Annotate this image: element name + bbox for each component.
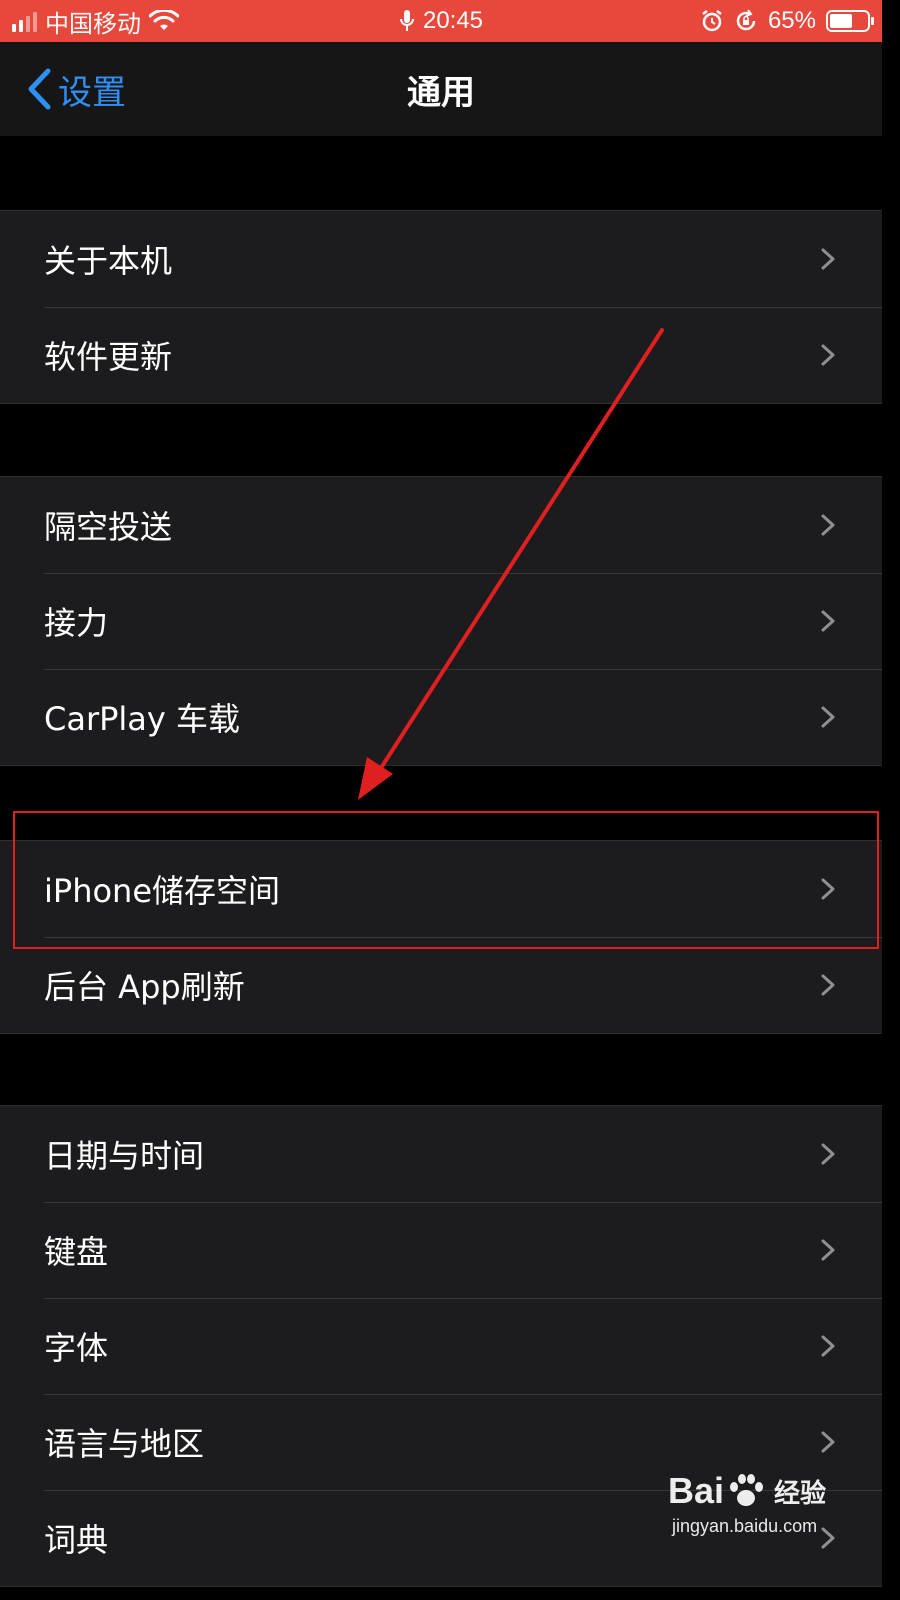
chevron-right-icon bbox=[821, 878, 835, 900]
battery-level bbox=[830, 14, 852, 28]
carrier-name: 中国移动 bbox=[45, 10, 141, 38]
chevron-right-icon bbox=[821, 1239, 835, 1261]
battery-percent: 65% bbox=[767, 7, 816, 34]
settings-group-connectivity: 隔空投送 接力 CarPlay 车载 bbox=[0, 476, 882, 766]
list-item-label: iPhone储存空间 bbox=[44, 872, 281, 910]
alarm-icon bbox=[702, 10, 722, 32]
status-left: 中国移动 bbox=[12, 0, 179, 42]
page-title: 通用 bbox=[407, 72, 475, 113]
list-item-label: 键盘 bbox=[44, 1233, 109, 1271]
chevron-right-icon bbox=[821, 706, 835, 728]
chevron-right-icon bbox=[821, 1527, 835, 1549]
list-item-handoff[interactable]: 接力 bbox=[0, 573, 882, 669]
list-item-label: 词典 bbox=[44, 1521, 109, 1559]
list-item-background-app-refresh[interactable]: 后台 App刷新 bbox=[0, 937, 882, 1033]
wifi-icon bbox=[149, 10, 179, 30]
chevron-right-icon bbox=[821, 248, 835, 270]
list-item-software-update[interactable]: 软件更新 bbox=[0, 307, 882, 403]
list-item-label: 后台 App刷新 bbox=[44, 968, 245, 1006]
list-item-date-time[interactable]: 日期与时间 bbox=[0, 1106, 882, 1202]
list-item-airdrop[interactable]: 隔空投送 bbox=[0, 477, 882, 573]
list-item-label: 关于本机 bbox=[44, 242, 173, 280]
list-item-label: 软件更新 bbox=[44, 338, 173, 376]
list-item-label: 字体 bbox=[44, 1329, 109, 1367]
settings-group-storage: iPhone储存空间 后台 App刷新 bbox=[0, 840, 882, 1034]
chevron-right-icon bbox=[821, 610, 835, 632]
battery-icon bbox=[826, 10, 874, 32]
settings-group-locale: 日期与时间 键盘 字体 语言与地区 词典 bbox=[0, 1105, 882, 1587]
chevron-right-icon bbox=[821, 1335, 835, 1357]
list-item-label: 接力 bbox=[44, 604, 109, 642]
status-time: 20:45 bbox=[422, 7, 484, 34]
list-item-iphone-storage[interactable]: iPhone储存空间 bbox=[0, 841, 882, 937]
list-item-label: 语言与地区 bbox=[44, 1425, 205, 1463]
chevron-right-icon bbox=[821, 1143, 835, 1165]
list-item-carplay[interactable]: CarPlay 车载 bbox=[0, 669, 882, 765]
settings-group-about: 关于本机 软件更新 bbox=[0, 210, 882, 404]
status-right: 65% bbox=[700, 0, 874, 42]
signal-icon bbox=[12, 10, 37, 32]
list-item-dictionary[interactable]: 词典 bbox=[0, 1490, 882, 1586]
list-item-keyboard[interactable]: 键盘 bbox=[0, 1202, 882, 1298]
list-item-fonts[interactable]: 字体 bbox=[0, 1298, 882, 1394]
chevron-right-icon bbox=[821, 974, 835, 996]
list-item-about[interactable]: 关于本机 bbox=[0, 211, 882, 307]
mic-icon bbox=[399, 10, 414, 31]
chevron-right-icon bbox=[821, 1431, 835, 1453]
nav-bar: 设置 通用 bbox=[0, 42, 882, 136]
list-item-language-region[interactable]: 语言与地区 bbox=[0, 1394, 882, 1490]
list-item-label: 日期与时间 bbox=[44, 1137, 205, 1175]
rotation-lock-icon bbox=[736, 9, 756, 31]
chevron-right-icon bbox=[821, 344, 835, 366]
chevron-right-icon bbox=[821, 514, 835, 536]
list-item-label: CarPlay 车载 bbox=[44, 700, 241, 738]
list-item-label: 隔空投送 bbox=[44, 508, 173, 546]
status-bar: 中国移动 20:45 65% bbox=[0, 0, 882, 42]
